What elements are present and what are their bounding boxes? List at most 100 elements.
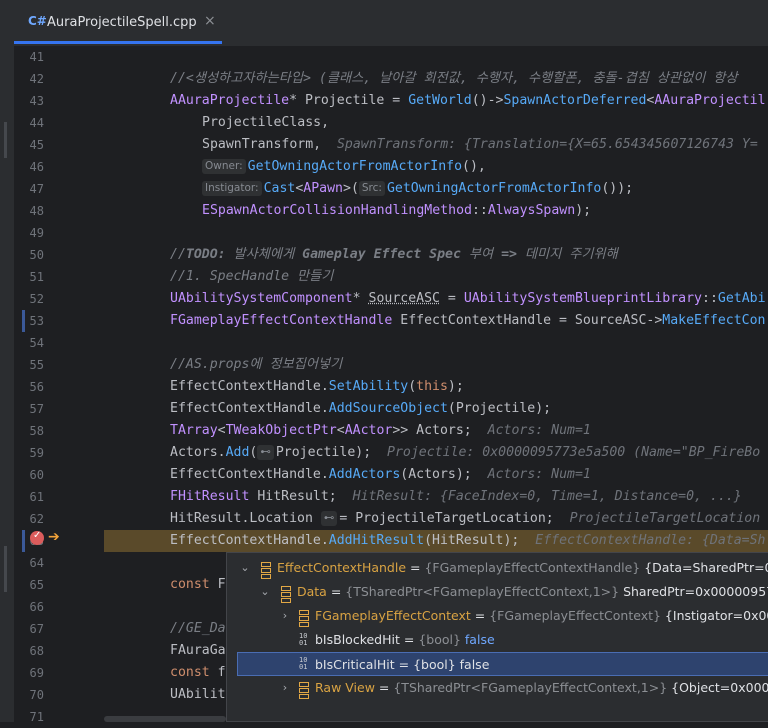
line-number[interactable]: 55 <box>14 354 44 376</box>
line-number[interactable]: 65 <box>14 574 44 596</box>
line-number[interactable]: 68 <box>14 640 44 662</box>
tab-auraprojectilespell-cpp[interactable]: C# AuraProjectileSpell.cpp × <box>14 0 222 44</box>
line-number[interactable]: 44 <box>14 112 44 134</box>
var-name: bIsCriticalHit <box>315 657 395 672</box>
tool-marker[interactable] <box>4 546 7 592</box>
tree-row-data[interactable]: ⌄ Data = {TSharedPtr<FGameplayEffectCont… <box>227 580 768 604</box>
tree-row-biscriticalhit-selected[interactable]: 10 01 bIsCriticalHit = {bool} false <box>237 652 768 676</box>
cpp-file-icon: C# <box>28 14 47 28</box>
code-line-62: HitResult.Location ⊷ = ProjectileTargetLo… <box>170 511 761 526</box>
line-number[interactable]: 67 <box>14 618 44 640</box>
line-number[interactable]: 64 <box>14 552 44 574</box>
tool-window-strip <box>0 46 14 722</box>
line-number[interactable]: 54 <box>14 332 44 354</box>
execution-point-arrow-icon: ➔ <box>48 529 60 545</box>
line-number[interactable]: 52 <box>14 288 44 310</box>
line-number[interactable]: 62 <box>14 508 44 530</box>
code-line-44: ProjectileClass, <box>202 115 330 130</box>
line-number[interactable]: 69 <box>14 662 44 684</box>
tree-row-fgameplayeffectcontext[interactable]: › FGameplayEffectContext = {FGameplayEff… <box>227 604 768 628</box>
debug-inline-value: EffectContextHandle: {Data=Sh <box>535 533 766 548</box>
debug-inline-value: SpawnTransform: {Translation={X=65.65434… <box>336 137 758 152</box>
var-name: Raw View <box>315 680 375 695</box>
horizontal-scrollbar[interactable] <box>104 716 226 722</box>
code-line-56: EffectContextHandle.SetAbility(this); <box>170 379 464 394</box>
line-number[interactable]: 47 <box>14 178 44 200</box>
code-line-42: //<생성하고자하는타입> (클래스, 날아갈 회전값, 수행자, 수행할폰, … <box>170 71 738 86</box>
debug-inline-value: Actors: Num=1 <box>487 423 591 438</box>
code-line-55: //AS.props에 정보집어넣기 <box>170 357 343 372</box>
var-name: Data <box>297 584 327 599</box>
struct-icon <box>281 586 291 603</box>
var-name: FGameplayEffectContext <box>315 608 471 623</box>
chevron-right-icon[interactable]: › <box>279 676 291 700</box>
struct-icon <box>299 610 309 627</box>
link-hint-icon: ⊷ <box>257 445 274 460</box>
editor-tab-bar: C# AuraProjectileSpell.cpp × <box>0 0 768 46</box>
breakpoint-check-icon: ✓ <box>33 530 42 541</box>
struct-icon <box>299 682 309 699</box>
code-line-63-execution-point: EffectContextHandle.AddHitResult(HitResu… <box>104 530 768 552</box>
chevron-down-icon[interactable]: ⌄ <box>259 580 271 604</box>
line-number[interactable]: 61 <box>14 486 44 508</box>
line-number[interactable]: 50 <box>14 244 44 266</box>
line-number[interactable]: 53 <box>14 310 44 332</box>
line-number[interactable]: 58 <box>14 420 44 442</box>
var-name: bIsBlockedHit <box>315 632 400 647</box>
link-hint-icon: ⊷ <box>320 511 338 526</box>
code-line-52: UAbilitySystemComponent* SourceASC = UAb… <box>170 291 766 306</box>
line-number[interactable]: 48 <box>14 200 44 222</box>
code-line-58: TArray<TWeakObjectPtr<AActor>> Actors; A… <box>170 423 591 438</box>
code-line-69: const f <box>170 665 226 680</box>
code-line-45: SpawnTransform, SpawnTransform: {Transla… <box>202 137 758 152</box>
close-tab-icon[interactable]: × <box>204 13 216 29</box>
struct-icon <box>261 562 271 579</box>
param-hint: Instigator: <box>202 181 262 196</box>
line-number[interactable]: 56 <box>14 376 44 398</box>
line-number[interactable]: 60 <box>14 464 44 486</box>
code-line-51: //1. SpecHandle 만들기 <box>170 269 334 284</box>
debug-inline-value: HitResult: {FaceIndex=0, Time=1, Distanc… <box>352 489 742 504</box>
code-line-46: Owner: GetOwningActorFromActorInfo(), <box>202 156 486 178</box>
line-number[interactable]: 43 <box>14 90 44 112</box>
tool-marker[interactable] <box>4 122 7 158</box>
primitive-value-icon: 10 01 <box>299 632 308 647</box>
param-hint: Src: <box>358 181 385 196</box>
line-number[interactable]: 66 <box>14 596 44 618</box>
line-number[interactable]: 57 <box>14 398 44 420</box>
debug-inline-value: ProjectileTargetLocation <box>569 511 761 526</box>
code-line-61: FHitResult HitResult; HitResult: {FaceIn… <box>170 489 742 504</box>
code-line-47: Instigator: Cast<APawn>(Src: GetOwningActo… <box>202 178 633 200</box>
code-line-43: AAuraProjectile* Projectile = GetWorld()… <box>170 93 766 108</box>
line-number[interactable]: 51 <box>14 266 44 288</box>
line-number[interactable]: 70 <box>14 684 44 706</box>
code-line-70: UAbilit <box>170 687 226 702</box>
tree-row-bisblockedhit[interactable]: 10 01 bIsBlockedHit = {bool} false <box>227 628 768 652</box>
line-number[interactable]: 42 <box>14 68 44 90</box>
var-name: EffectContextHandle <box>277 560 407 575</box>
code-line-53: FGameplayEffectContextHandle EffectConte… <box>170 313 766 328</box>
primitive-value-icon: 10 01 <box>299 656 308 671</box>
debug-inline-value: Projectile: 0x0000095773e5a500 (Name="BP… <box>387 445 761 460</box>
line-number[interactable]: 46 <box>14 156 44 178</box>
code-line-57: EffectContextHandle.AddSourceObject(Proj… <box>170 401 552 416</box>
code-line-60: EffectContextHandle.AddActors(Actors); A… <box>170 467 591 482</box>
line-number[interactable]: 41 <box>14 46 44 68</box>
line-number[interactable]: 49 <box>14 222 44 244</box>
code-line-48: ESpawnActorCollisionHandlingMethod::Alwa… <box>202 203 592 218</box>
line-number[interactable]: 59 <box>14 442 44 464</box>
code-line-65: const F <box>170 577 226 592</box>
tree-row-effectcontexthandle[interactable]: ⌄ EffectContextHandle = {FGameplayEffect… <box>227 556 768 580</box>
code-line-50: //TODO: 발사체에게 Gameplay Effect Spec 부여 =>… <box>170 247 618 262</box>
debug-inline-value: Actors: Num=1 <box>487 467 591 482</box>
debugger-value-popup[interactable]: ⌄ EffectContextHandle = {FGameplayEffect… <box>226 552 768 722</box>
chevron-right-icon[interactable]: › <box>279 604 291 628</box>
code-line-68: FAuraGa <box>170 643 226 658</box>
line-number[interactable]: 45 <box>14 134 44 156</box>
chevron-down-icon[interactable]: ⌄ <box>239 556 251 580</box>
line-number[interactable]: 71 <box>14 706 44 728</box>
tab-label: AuraProjectileSpell.cpp <box>47 15 197 30</box>
code-line-67: //GE_Da <box>170 621 226 636</box>
tree-row-raw-view[interactable]: › Raw View = {TSharedPtr<FGameplayEffect… <box>227 676 768 700</box>
code-line-59: Actors.Add(⊷ Projectile); Projectile: 0x0… <box>170 445 761 460</box>
